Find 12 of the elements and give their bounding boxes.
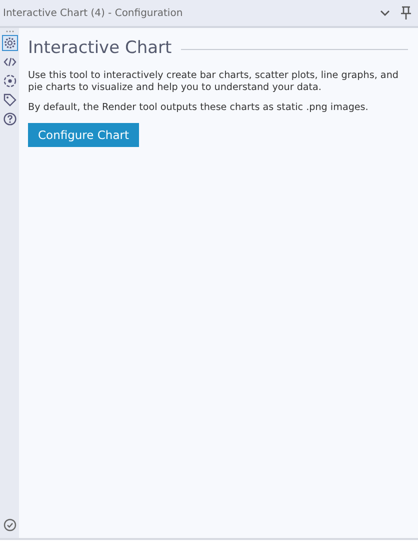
configure-chart-button[interactable]: Configure Chart [28,122,139,147]
description-text: Use this tool to interactively create bar charts, scatter plots, line graphs, and pie charts to visualize and help you to understand your data. [28,70,400,94]
heading: Interactive Chart [28,38,172,58]
window-title: Interactive Chart (4) - Configuration [3,8,184,18]
description-text: By default, the Render tool outputs these charts as static .png images. [28,102,370,114]
pin-icon[interactable] [400,6,412,20]
target-icon[interactable] [2,73,18,89]
tag-icon[interactable] [2,92,18,108]
check-circle-icon[interactable] [2,518,16,532]
chevron-down-icon[interactable] [380,9,390,17]
help-icon[interactable] [2,111,18,127]
gear-icon[interactable] [2,35,18,51]
